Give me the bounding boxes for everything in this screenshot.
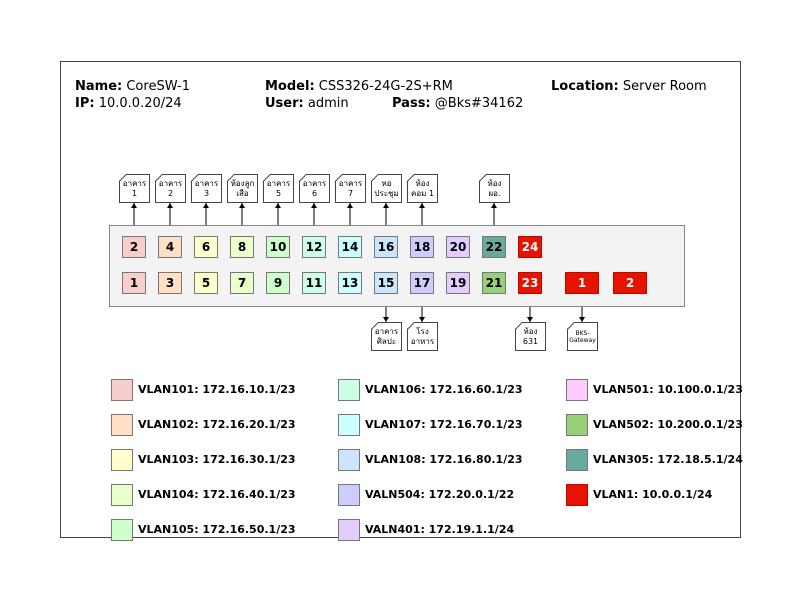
location-tag: หอ ประชุม: [371, 174, 402, 203]
location-tag: ห้องลูก เสือ: [227, 174, 258, 203]
port-19: 19: [446, 272, 470, 294]
legend-swatch: [111, 379, 133, 401]
location-tag-label: ห้อง 631: [522, 326, 539, 346]
location-tag: ห้อง ผอ.: [479, 174, 510, 203]
legend-label: VALN401: 172.19.1.1/24: [365, 523, 515, 536]
legend-swatch: [566, 414, 588, 436]
port-15: 15: [374, 272, 398, 294]
port-18: 18: [410, 236, 434, 258]
legend-label: VLAN108: 172.16.80.1/23: [365, 453, 523, 466]
location-tag: อาคาร 1: [119, 174, 150, 203]
location-tag-label: อาคาร 5: [266, 178, 291, 198]
location-tag: ห้อง 631: [515, 322, 546, 351]
location-tag-label: อาคาร 3: [194, 178, 219, 198]
location-tag-label: หอ ประชุม: [374, 178, 399, 198]
legend-swatch: [338, 449, 360, 471]
port-21: 21: [482, 272, 506, 294]
location-tag: อาคาร 6: [299, 174, 330, 203]
legend-label: VLAN105: 172.16.50.1/23: [138, 523, 296, 536]
legend-label: VLAN103: 172.16.30.1/23: [138, 453, 296, 466]
sfp-port-2: 2: [613, 272, 647, 294]
legend-swatch: [566, 449, 588, 471]
location-tag: BKS- Gateway: [567, 322, 598, 351]
port-3: 3: [158, 272, 182, 294]
switch-user: User: admin: [265, 96, 349, 111]
location-tag-label: อาคาร ศิลปะ: [374, 326, 399, 346]
legend-swatch: [111, 484, 133, 506]
switch-ip: IP: 10.0.0.20/24: [75, 96, 182, 111]
location-tag-label: ห้องลูก เสือ: [230, 178, 255, 198]
location-tag-label: อาคาร 2: [158, 178, 183, 198]
legend-label: VALN504: 172.20.0.1/22: [365, 488, 515, 501]
port-13: 13: [338, 272, 362, 294]
location-tag-label: อาคาร 7: [338, 178, 363, 198]
port-5: 5: [194, 272, 218, 294]
port-9: 9: [266, 272, 290, 294]
port-12: 12: [302, 236, 326, 258]
legend-swatch: [111, 414, 133, 436]
legend-swatch: [338, 379, 360, 401]
location-tag-label: โรง อาหาร: [410, 326, 435, 346]
location-tag: อาคาร ศิลปะ: [371, 322, 402, 351]
switch-name: Name: CoreSW-1: [75, 79, 190, 94]
sfp-port-1: 1: [565, 272, 599, 294]
legend-label: VLAN502: 10.200.0.1/23: [593, 418, 743, 431]
port-11: 11: [302, 272, 326, 294]
location-tag-label: อาคาร 6: [302, 178, 327, 198]
switch-password: Pass: @Bks#34162: [392, 96, 524, 111]
legend-label: VLAN1: 10.0.0.1/24: [593, 488, 713, 501]
port-24: 24: [518, 236, 542, 258]
port-14: 14: [338, 236, 362, 258]
location-tag: อาคาร 3: [191, 174, 222, 203]
legend-label: VLAN104: 172.16.40.1/23: [138, 488, 296, 501]
port-6: 6: [194, 236, 218, 258]
legend-label: VLAN305: 172.18.5.1/24: [593, 453, 743, 466]
location-tag: อาคาร 7: [335, 174, 366, 203]
port-1: 1: [122, 272, 146, 294]
location-tag: โรง อาหาร: [407, 322, 438, 351]
legend-label: VLAN501: 10.100.0.1/23: [593, 383, 743, 396]
legend-swatch: [338, 484, 360, 506]
legend-label: VLAN107: 172.16.70.1/23: [365, 418, 523, 431]
legend-swatch: [338, 414, 360, 436]
port-4: 4: [158, 236, 182, 258]
port-20: 20: [446, 236, 470, 258]
port-16: 16: [374, 236, 398, 258]
legend-swatch: [566, 379, 588, 401]
port-2: 2: [122, 236, 146, 258]
location-tag-label: ห้อง ผอ.: [487, 178, 502, 198]
legend-swatch: [111, 519, 133, 541]
location-tag-label: BKS- Gateway: [569, 329, 596, 344]
location-tag-label: ห้อง คอม 1: [410, 178, 435, 198]
legend-swatch: [566, 484, 588, 506]
legend-swatch: [111, 449, 133, 471]
switch-model: Model: CSS326-24G-2S+RM: [265, 79, 453, 94]
legend-swatch: [338, 519, 360, 541]
location-tag-label: อาคาร 1: [122, 178, 147, 198]
location-tag: อาคาร 5: [263, 174, 294, 203]
legend-label: VLAN106: 172.16.60.1/23: [365, 383, 523, 396]
switch-location: Location: Server Room: [551, 79, 707, 94]
port-7: 7: [230, 272, 254, 294]
legend-label: VLAN101: 172.16.10.1/23: [138, 383, 296, 396]
port-10: 10: [266, 236, 290, 258]
port-17: 17: [410, 272, 434, 294]
port-22: 22: [482, 236, 506, 258]
location-tag: ห้อง คอม 1: [407, 174, 438, 203]
legend-label: VLAN102: 172.16.20.1/23: [138, 418, 296, 431]
location-tag: อาคาร 2: [155, 174, 186, 203]
port-23: 23: [518, 272, 542, 294]
port-8: 8: [230, 236, 254, 258]
